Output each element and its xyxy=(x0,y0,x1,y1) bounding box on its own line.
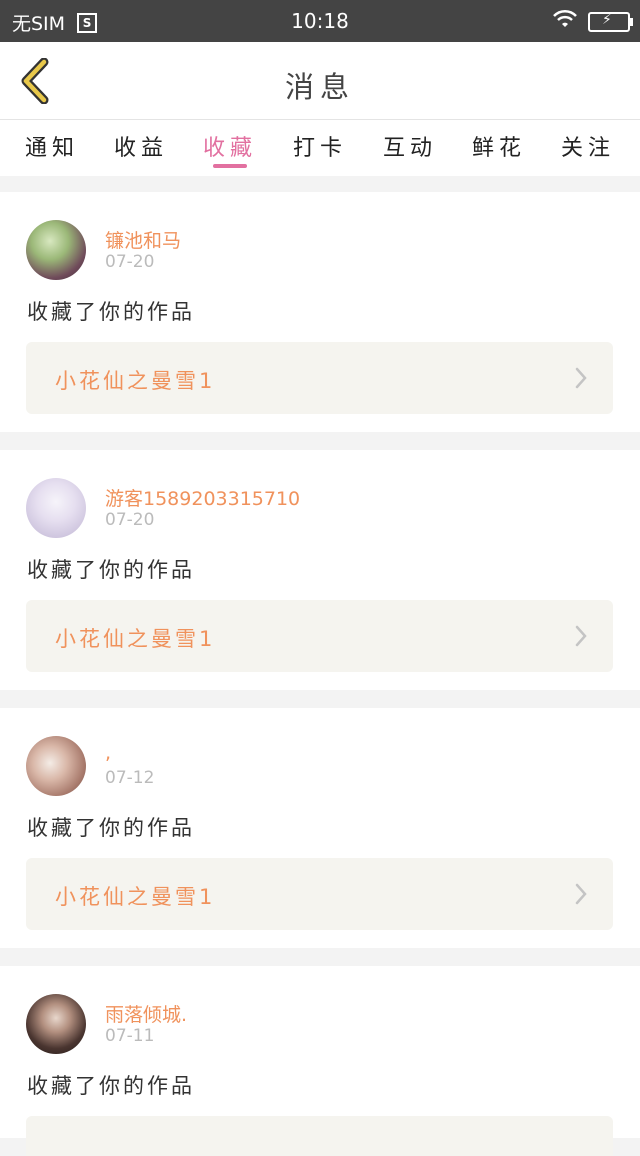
work-link[interactable]: 小花仙之曼雪1 xyxy=(26,342,613,414)
battery-icon: ⚡ xyxy=(588,11,633,32)
username[interactable]: , xyxy=(105,742,111,764)
username[interactable]: 镰池和马 xyxy=(105,226,181,253)
tab-checkin[interactable]: 打卡 xyxy=(280,130,360,162)
avatar[interactable] xyxy=(26,736,86,796)
status-time: 10:18 xyxy=(291,9,349,33)
action-text: 收藏了你的作品 xyxy=(27,816,195,840)
tab-follow[interactable]: 关注 xyxy=(548,130,628,162)
message-date: 07-12 xyxy=(105,768,155,788)
action-text: 收藏了你的作品 xyxy=(27,300,195,324)
tab-favorites[interactable]: 收藏 xyxy=(190,130,270,162)
header: 消息 xyxy=(0,42,640,120)
avatar[interactable] xyxy=(26,220,86,280)
page-title: 消息 xyxy=(284,70,355,104)
message-date: 07-20 xyxy=(105,252,155,272)
work-title: 小花仙之曼雪1 xyxy=(55,885,216,909)
work-link[interactable] xyxy=(26,1116,613,1156)
tab-flowers[interactable]: 鲜花 xyxy=(459,130,539,162)
message-date: 07-11 xyxy=(105,1026,155,1046)
message-card: 雨落倾城. 07-11 收藏了你的作品 xyxy=(0,966,640,1156)
chevron-right-icon xyxy=(575,883,587,905)
tab-interaction[interactable]: 互动 xyxy=(370,130,450,162)
status-bar: 无SIM S 10:18 ⚡ xyxy=(0,0,640,42)
active-tab-indicator xyxy=(213,164,247,168)
message-card: 镰池和马 07-20 收藏了你的作品 小花仙之曼雪1 xyxy=(0,192,640,432)
action-text: 收藏了你的作品 xyxy=(27,1074,195,1098)
work-title: 小花仙之曼雪1 xyxy=(55,627,216,651)
username[interactable]: 雨落倾城. xyxy=(105,1000,187,1027)
message-date: 07-20 xyxy=(105,510,155,530)
work-link[interactable]: 小花仙之曼雪1 xyxy=(26,600,613,672)
username[interactable]: 游客1589203315710 xyxy=(105,484,300,511)
status-right: ⚡ xyxy=(552,9,633,34)
chevron-right-icon xyxy=(575,367,587,389)
avatar[interactable] xyxy=(26,994,86,1054)
work-link[interactable]: 小花仙之曼雪1 xyxy=(26,858,613,930)
tab-earnings[interactable]: 收益 xyxy=(101,130,181,162)
action-text: 收藏了你的作品 xyxy=(27,558,195,582)
message-card: , 07-12 收藏了你的作品 小花仙之曼雪1 xyxy=(0,708,640,948)
message-card: 游客1589203315710 07-20 收藏了你的作品 小花仙之曼雪1 xyxy=(0,450,640,690)
tab-notifications[interactable]: 通知 xyxy=(12,130,92,162)
avatar[interactable] xyxy=(26,478,86,538)
chevron-right-icon xyxy=(575,625,587,647)
wifi-icon xyxy=(552,9,578,34)
tab-bar: 通知 收益 收藏 打卡 互动 鲜花 关注 xyxy=(0,120,640,176)
work-title: 小花仙之曼雪1 xyxy=(55,369,216,393)
